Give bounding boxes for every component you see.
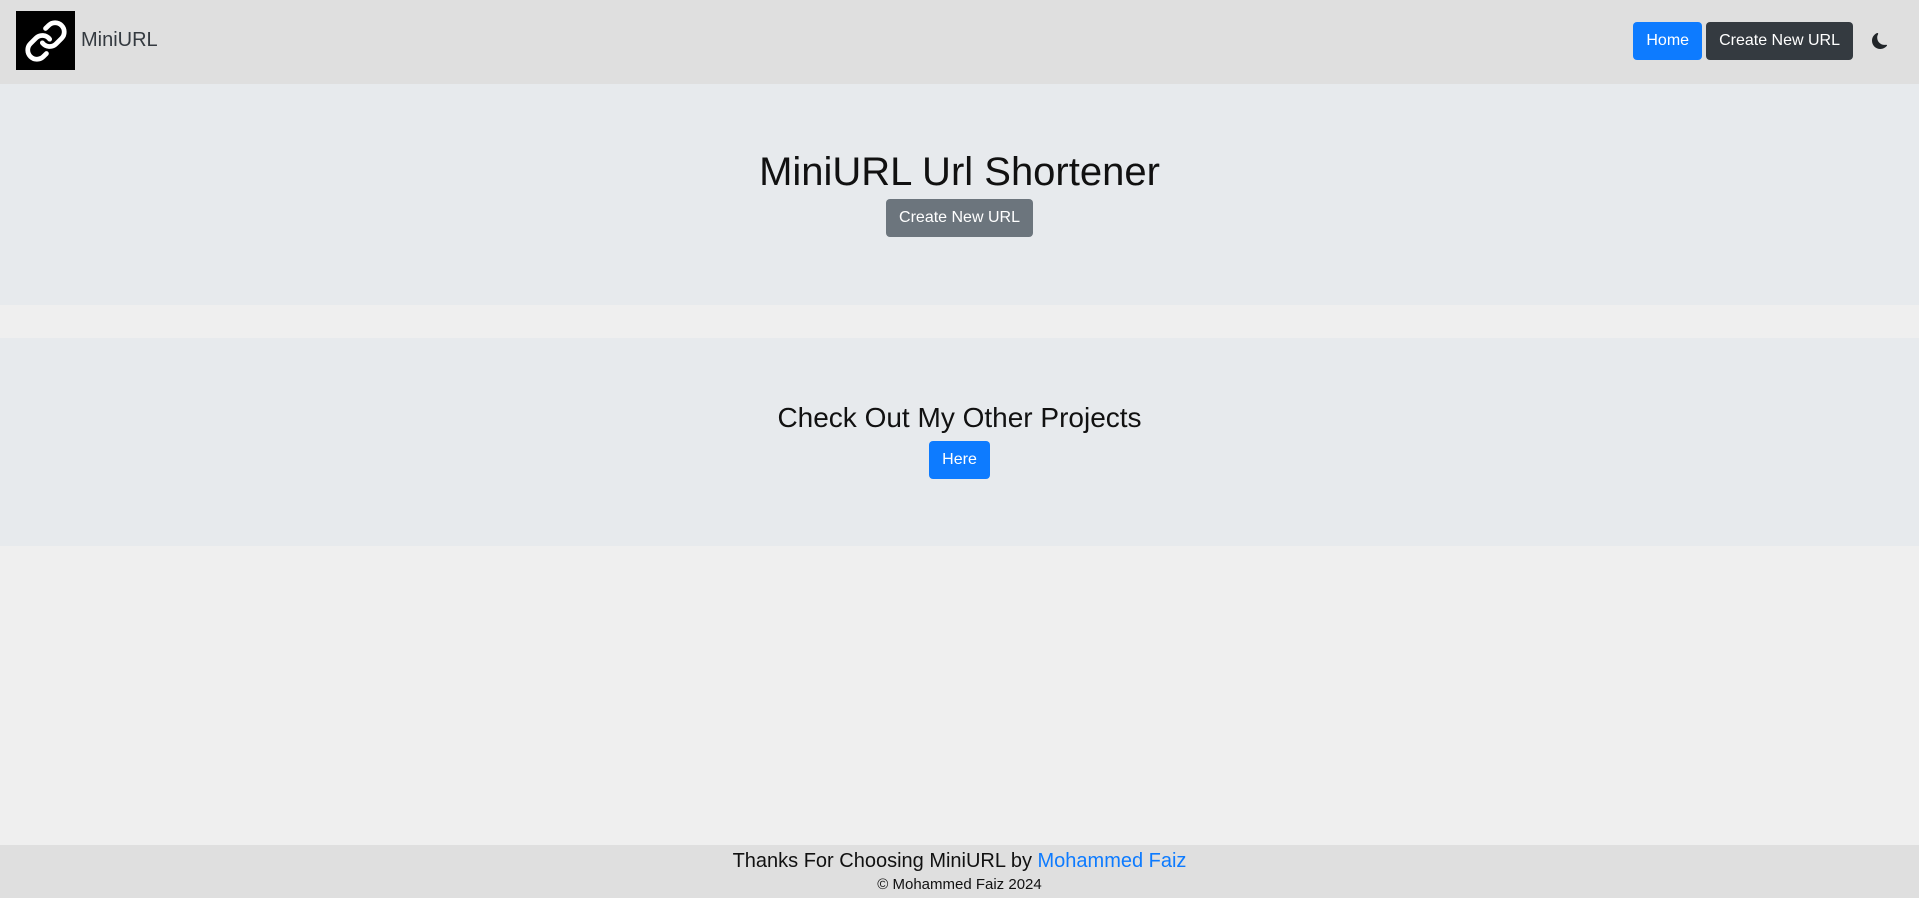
hero-section: MiniURL Url Shortener Create New URL [0, 84, 1919, 305]
projects-section: Check Out My Other Projects Here [0, 338, 1919, 546]
brand-name: MiniURL [81, 29, 158, 51]
page: MiniURL Home Create New URL MiniURL Url … [0, 0, 1919, 898]
footer-thanks-text: Thanks For Choosing MiniURL by [732, 850, 1038, 872]
link-icon [16, 11, 75, 70]
brand-link[interactable]: MiniURL [16, 11, 158, 70]
footer-copyright: © Mohammed Faiz 2024 [877, 876, 1042, 893]
author-link[interactable]: Mohammed Faiz [1038, 850, 1187, 872]
hero-title: MiniURL Url Shortener [759, 150, 1160, 194]
home-button[interactable]: Home [1633, 22, 1703, 60]
hero-create-url-button[interactable]: Create New URL [886, 199, 1033, 237]
nav-create-url-button[interactable]: Create New URL [1706, 22, 1853, 60]
moon-icon[interactable] [1869, 30, 1891, 52]
projects-title: Check Out My Other Projects [777, 402, 1142, 433]
footer-thanks: Thanks For Choosing MiniURL by Mohammed … [0, 847, 1919, 875]
footer: Thanks For Choosing MiniURL by Mohammed … [0, 845, 1919, 898]
navbar: MiniURL Home Create New URL [0, 0, 1919, 84]
nav-actions: Home Create New URL [1633, 22, 1891, 60]
projects-here-button[interactable]: Here [929, 440, 990, 479]
